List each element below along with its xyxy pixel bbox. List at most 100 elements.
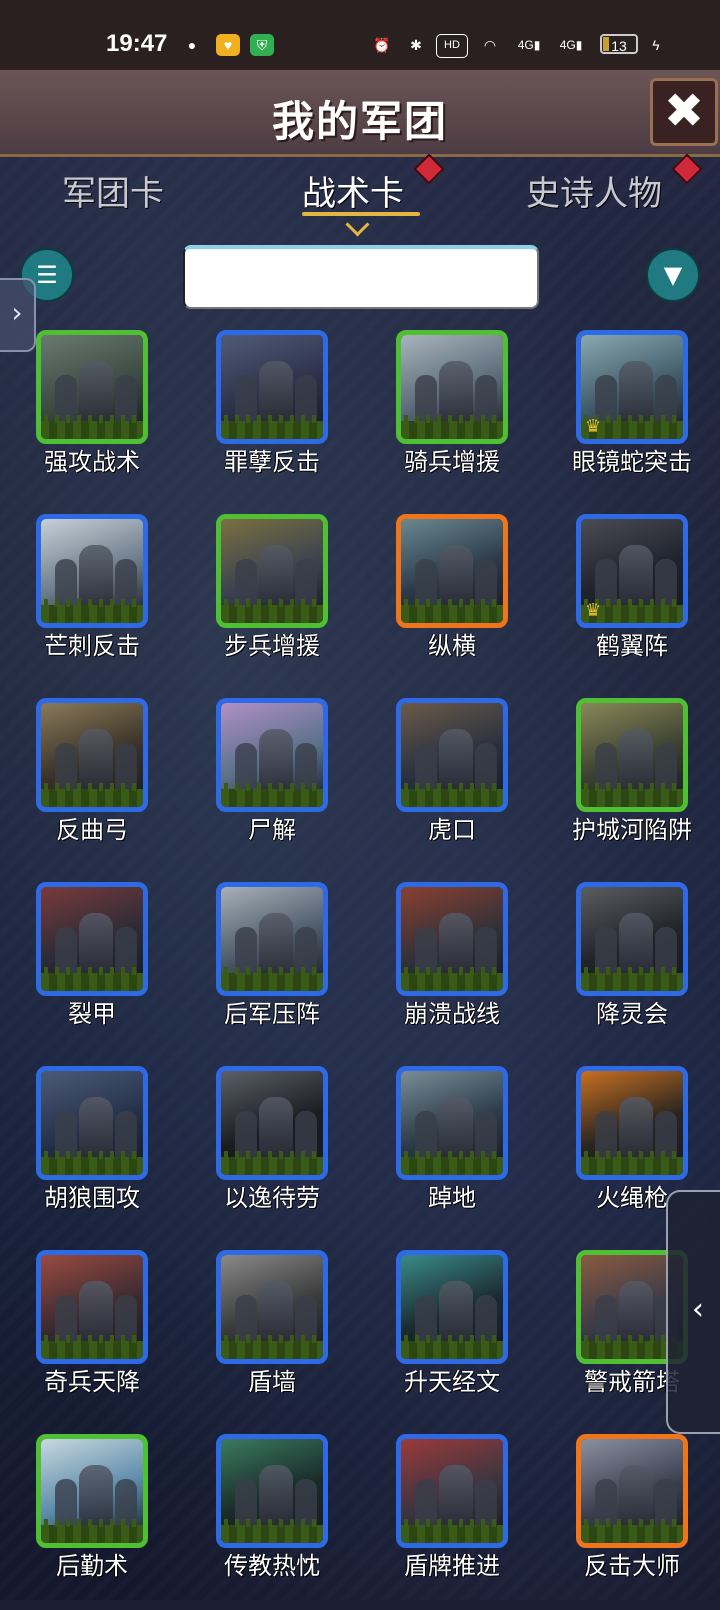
card-frame xyxy=(216,1066,328,1180)
tab-epic-characters[interactable]: 史诗人物 xyxy=(526,166,662,215)
tactic-card[interactable]: 后军压阵 xyxy=(186,882,356,1058)
card-art-figure xyxy=(79,1465,113,1527)
tactic-card[interactable]: 奇兵天降 xyxy=(6,1250,176,1426)
card-art-figure xyxy=(619,1097,653,1159)
tactic-card[interactable]: 强攻战术 xyxy=(6,330,176,506)
header-bar: 我的军团 xyxy=(0,70,720,157)
card-level-strip xyxy=(401,415,503,439)
card-artwork xyxy=(581,1071,683,1175)
card-artwork xyxy=(401,1255,503,1359)
card-label: 传教热忱 xyxy=(224,1552,320,1580)
card-art-figure xyxy=(619,1465,653,1527)
card-label: 虎口 xyxy=(428,816,476,844)
card-art-figure xyxy=(259,1465,293,1527)
card-artwork xyxy=(401,1439,503,1543)
card-frame xyxy=(36,698,148,812)
tactic-card[interactable]: 纵横 xyxy=(366,514,536,690)
close-button[interactable]: ✖ xyxy=(650,78,718,146)
tactic-card[interactable]: 裂甲 xyxy=(6,882,176,1058)
card-level-strip xyxy=(581,1151,683,1175)
card-artwork xyxy=(401,703,503,807)
card-frame xyxy=(576,698,688,812)
search-input[interactable] xyxy=(183,245,539,309)
tactic-card[interactable]: 踔地 xyxy=(366,1066,536,1242)
status-bar: 19:47 ● ♥ ⛨ ⏰ ✱ HD ◠ 4G▮ 4G▮ 13 ϟ xyxy=(0,0,720,70)
tactic-card[interactable]: 反曲弓 xyxy=(6,698,176,874)
charging-icon: ϟ xyxy=(652,37,660,53)
signal-4g-icon: 4G▮ xyxy=(517,38,541,52)
chevron-left-icon: ‹ xyxy=(692,1292,704,1327)
card-frame xyxy=(216,330,328,444)
card-artwork xyxy=(41,1439,143,1543)
card-label: 盾墙 xyxy=(248,1368,296,1396)
tactic-card[interactable]: 胡狼围攻 xyxy=(6,1066,176,1242)
card-label: 以逸待劳 xyxy=(224,1184,320,1212)
tactic-card[interactable]: 步兵增援 xyxy=(186,514,356,690)
wifi-icon: ◠ xyxy=(483,37,497,53)
card-level-strip xyxy=(221,1519,323,1543)
tactic-card[interactable]: ♛ 鹤翼阵 xyxy=(546,514,716,690)
card-level-strip xyxy=(41,783,143,807)
card-level-strip xyxy=(221,783,323,807)
card-art-figure xyxy=(79,1281,113,1343)
tactic-card[interactable]: 盾墙 xyxy=(186,1250,356,1426)
card-artwork xyxy=(221,1071,323,1175)
card-label: 芒刺反击 xyxy=(44,632,140,660)
tactic-card[interactable]: 后勤术 xyxy=(6,1434,176,1610)
card-frame xyxy=(216,698,328,812)
signal-4g-icon: 4G▮ xyxy=(559,38,583,52)
tactic-card[interactable]: 盾牌推进 xyxy=(366,1434,536,1610)
tactic-card[interactable]: 崩溃战线 xyxy=(366,882,536,1058)
tactic-card[interactable]: 护城河陷阱 xyxy=(546,698,716,874)
tactic-card[interactable]: 尸解 xyxy=(186,698,356,874)
tactic-card[interactable]: 罪孽反击 xyxy=(186,330,356,506)
card-frame xyxy=(396,698,508,812)
card-art-figure xyxy=(79,361,113,423)
card-label: 奇兵天降 xyxy=(44,1368,140,1396)
close-icon: ✖ xyxy=(663,83,705,139)
card-artwork xyxy=(41,1071,143,1175)
card-level-strip xyxy=(221,1335,323,1359)
filter-icon: ▼ xyxy=(663,261,683,289)
card-art-figure xyxy=(259,1097,293,1159)
tactic-card[interactable]: 反击大师 xyxy=(546,1434,716,1610)
card-label: 反击大师 xyxy=(584,1552,680,1580)
card-frame xyxy=(216,514,328,628)
tactic-card[interactable]: ♛ 眼镜蛇突击 xyxy=(546,330,716,506)
tab-legion-cards[interactable]: 军团卡 xyxy=(62,166,164,215)
card-artwork xyxy=(581,703,683,807)
card-frame xyxy=(216,1250,328,1364)
card-level-strip xyxy=(41,1519,143,1543)
card-art-figure xyxy=(439,1097,473,1159)
card-label: 罪孽反击 xyxy=(224,448,320,476)
card-art-figure xyxy=(619,729,653,791)
card-level-strip xyxy=(221,415,323,439)
card-level-strip xyxy=(221,1151,323,1175)
tactic-card[interactable]: 升天经文 xyxy=(366,1250,536,1426)
tactic-card[interactable]: 骑兵增援 xyxy=(366,330,536,506)
tactic-card[interactable]: 传教热忱 xyxy=(186,1434,356,1610)
card-frame xyxy=(396,882,508,996)
tactic-card[interactable]: 芒刺反击 xyxy=(6,514,176,690)
card-level-strip xyxy=(41,967,143,991)
page-title: 我的军团 xyxy=(271,97,448,146)
card-art-figure xyxy=(619,545,653,607)
card-frame: ♛ xyxy=(576,330,688,444)
card-art-figure xyxy=(439,913,473,975)
card-level-strip xyxy=(41,415,143,439)
crown-icon: ♛ xyxy=(585,416,602,437)
card-frame xyxy=(36,1434,148,1548)
tactic-card[interactable]: 虎口 xyxy=(366,698,536,874)
card-label: 眼镜蛇突击 xyxy=(572,448,692,476)
card-artwork xyxy=(581,887,683,991)
card-frame xyxy=(576,882,688,996)
card-artwork xyxy=(401,887,503,991)
card-artwork xyxy=(41,519,143,623)
tactic-card[interactable]: 以逸待劳 xyxy=(186,1066,356,1242)
card-artwork xyxy=(41,335,143,439)
tab-tactic-cards[interactable]: 战术卡 xyxy=(302,166,404,215)
card-label: 盾牌推进 xyxy=(404,1552,500,1580)
tactic-card[interactable]: 降灵会 xyxy=(546,882,716,1058)
side-drawer-handle[interactable]: ‹ xyxy=(666,1190,720,1434)
filter-button[interactable]: ▼ xyxy=(646,248,700,302)
